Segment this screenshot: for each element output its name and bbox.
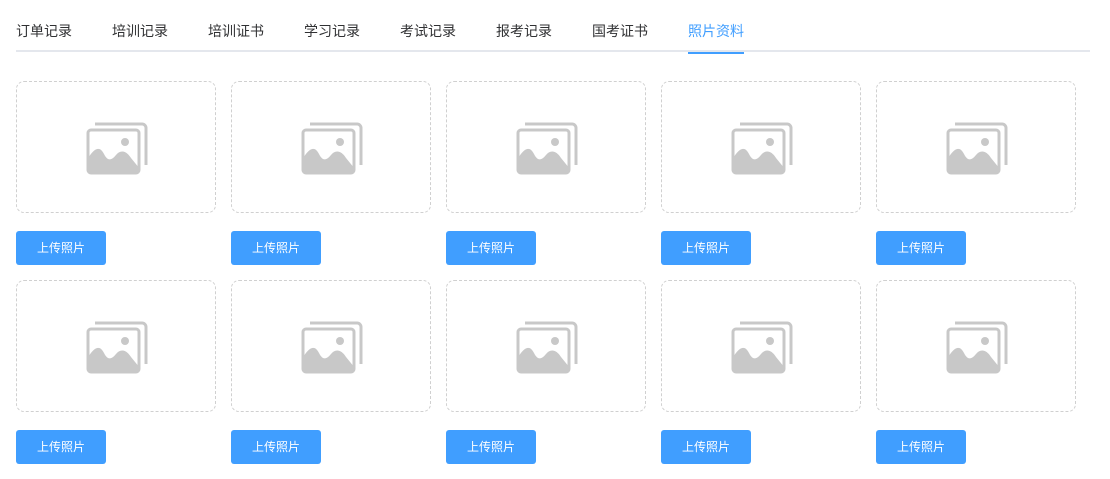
tab-order-records[interactable]: 订单记录: [16, 22, 72, 52]
image-placeholder-icon: [301, 321, 363, 374]
image-placeholder-icon: [946, 321, 1008, 374]
upload-photo-button[interactable]: 上传照片: [446, 231, 536, 265]
upload-photo-button[interactable]: 上传照片: [231, 231, 321, 265]
upload-photo-button[interactable]: 上传照片: [661, 430, 751, 464]
photo-slot[interactable]: [446, 280, 646, 412]
photo-slot[interactable]: [16, 280, 216, 412]
photo-slot[interactable]: [876, 280, 1076, 412]
photo-slot[interactable]: [661, 81, 861, 213]
photo-slot[interactable]: [231, 280, 431, 412]
photo-slot[interactable]: [16, 81, 216, 213]
tab-exam-records[interactable]: 考试记录: [400, 22, 456, 52]
upload-photo-button[interactable]: 上传照片: [661, 231, 751, 265]
tab-registration-records[interactable]: 报考记录: [496, 22, 552, 52]
upload-photo-button[interactable]: 上传照片: [16, 231, 106, 265]
photo-slot[interactable]: [446, 81, 646, 213]
tab-training-certificates[interactable]: 培训证书: [208, 22, 264, 52]
upload-photo-button[interactable]: 上传照片: [876, 430, 966, 464]
image-placeholder-icon: [86, 321, 148, 374]
upload-photo-button[interactable]: 上传照片: [876, 231, 966, 265]
tab-bar: 订单记录 培训记录 培训证书 学习记录 考试记录 报考记录 国考证书 照片资料: [16, 0, 1090, 54]
tab-study-records[interactable]: 学习记录: [304, 22, 360, 52]
tab-photo-materials[interactable]: 照片资料: [688, 22, 744, 54]
image-placeholder-icon: [86, 122, 148, 175]
tab-training-records[interactable]: 培训记录: [112, 22, 168, 52]
image-placeholder-icon: [516, 321, 578, 374]
image-placeholder-icon: [301, 122, 363, 175]
image-placeholder-icon: [731, 321, 793, 374]
photo-slot[interactable]: [876, 81, 1076, 213]
photo-slot[interactable]: [661, 280, 861, 412]
image-placeholder-icon: [516, 122, 578, 175]
upload-photo-button[interactable]: 上传照片: [446, 430, 536, 464]
image-placeholder-icon: [731, 122, 793, 175]
upload-photo-button[interactable]: 上传照片: [16, 430, 106, 464]
image-placeholder-icon: [946, 122, 1008, 175]
tab-national-certificates[interactable]: 国考证书: [592, 22, 648, 52]
photo-slot[interactable]: [231, 81, 431, 213]
upload-photo-button[interactable]: 上传照片: [231, 430, 321, 464]
